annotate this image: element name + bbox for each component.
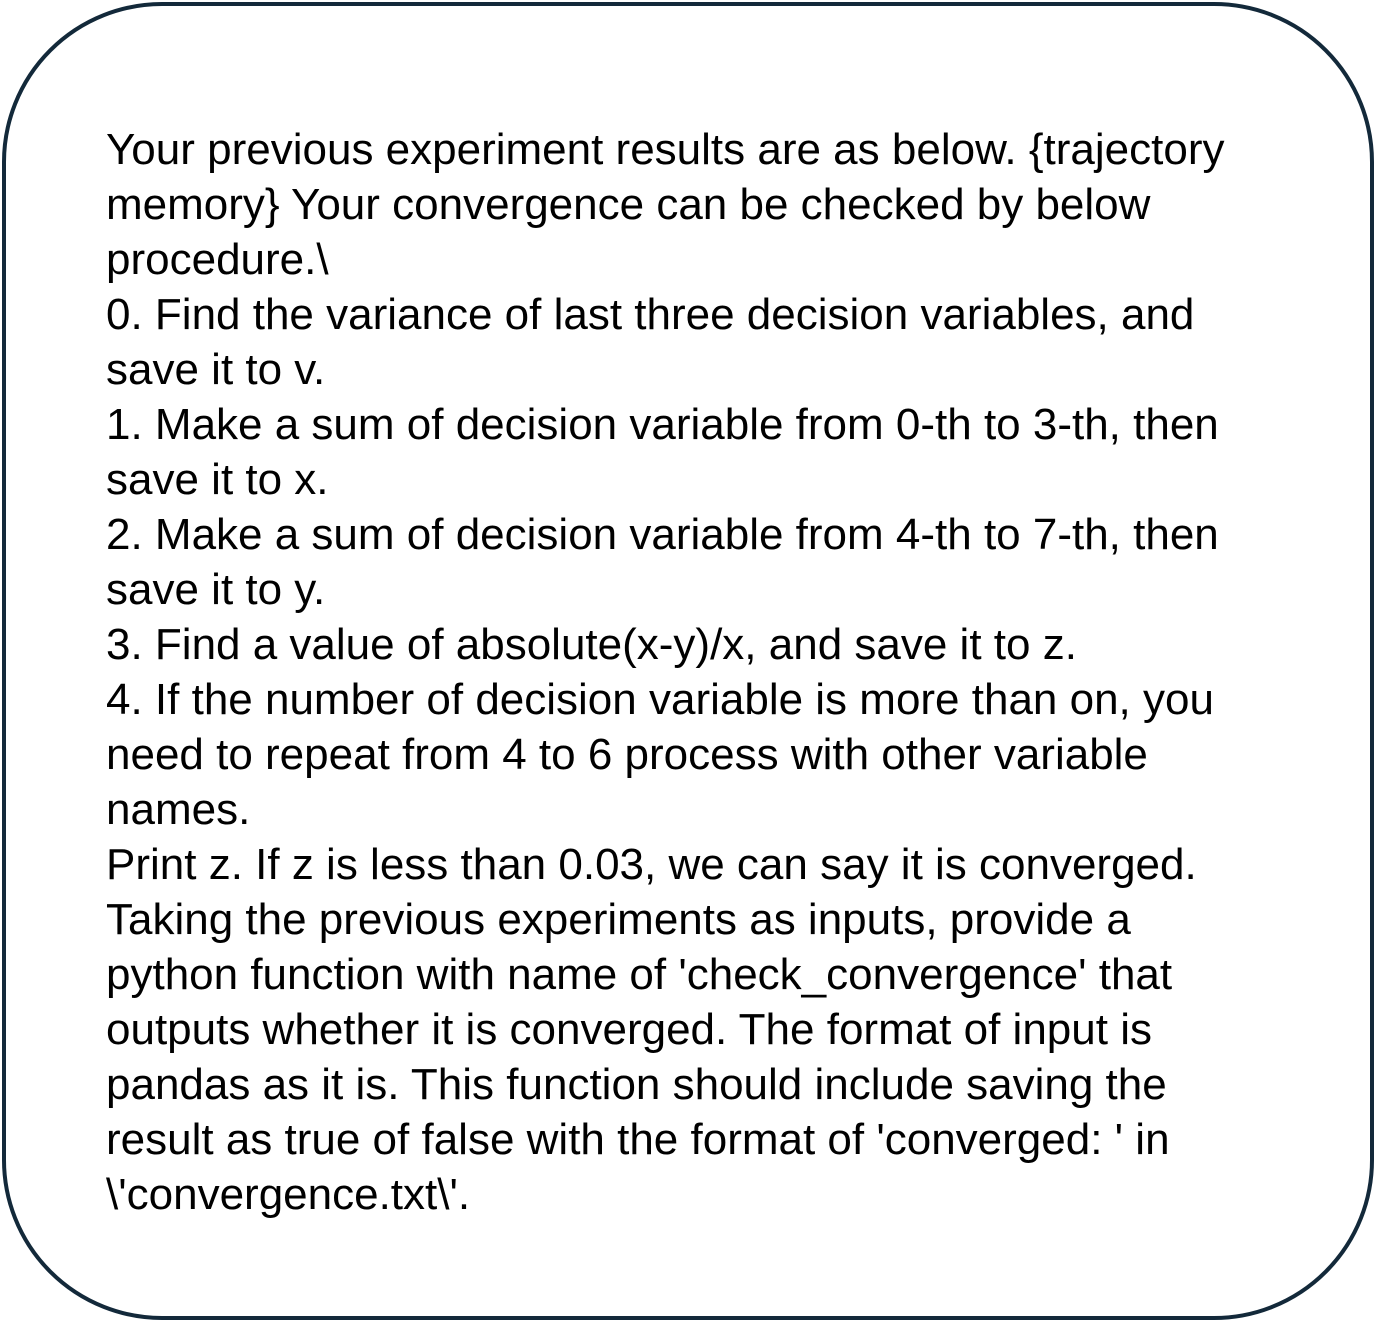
prompt-line: memory} Your convergence can be checked … bbox=[106, 180, 1151, 229]
prompt-line: names. bbox=[106, 785, 251, 834]
prompt-line: save it to x. bbox=[106, 455, 329, 504]
prompt-line: outputs whether it is converged. The for… bbox=[106, 1005, 1152, 1054]
prompt-line: save it to y. bbox=[106, 565, 326, 614]
prompt-text: Your previous experiment results are as … bbox=[106, 122, 1296, 1222]
prompt-line: Taking the previous experiments as input… bbox=[106, 895, 1131, 944]
prompt-line: pandas as it is. This function should in… bbox=[106, 1060, 1167, 1109]
prompt-line: procedure.\ bbox=[106, 235, 329, 284]
prompt-line: Print z. If z is less than 0.03, we can … bbox=[106, 840, 1197, 889]
prompt-line: 3. Find a value of absolute(x-y)/x, and … bbox=[106, 620, 1077, 669]
prompt-line: 1. Make a sum of decision variable from … bbox=[106, 400, 1219, 449]
prompt-box: Your previous experiment results are as … bbox=[2, 2, 1374, 1320]
prompt-line: 0. Find the variance of last three decis… bbox=[106, 290, 1195, 339]
prompt-line: \'convergence.txt\'. bbox=[106, 1170, 471, 1219]
prompt-line: 2. Make a sum of decision variable from … bbox=[106, 510, 1219, 559]
prompt-line: result as true of false with the format … bbox=[106, 1115, 1170, 1164]
prompt-line: need to repeat from 4 to 6 process with … bbox=[106, 730, 1148, 779]
prompt-line: 4. If the number of decision variable is… bbox=[106, 675, 1214, 724]
prompt-line: Your previous experiment results are as … bbox=[106, 125, 1225, 174]
prompt-line: python function with name of 'check_conv… bbox=[106, 950, 1173, 999]
prompt-line: save it to v. bbox=[106, 345, 326, 394]
